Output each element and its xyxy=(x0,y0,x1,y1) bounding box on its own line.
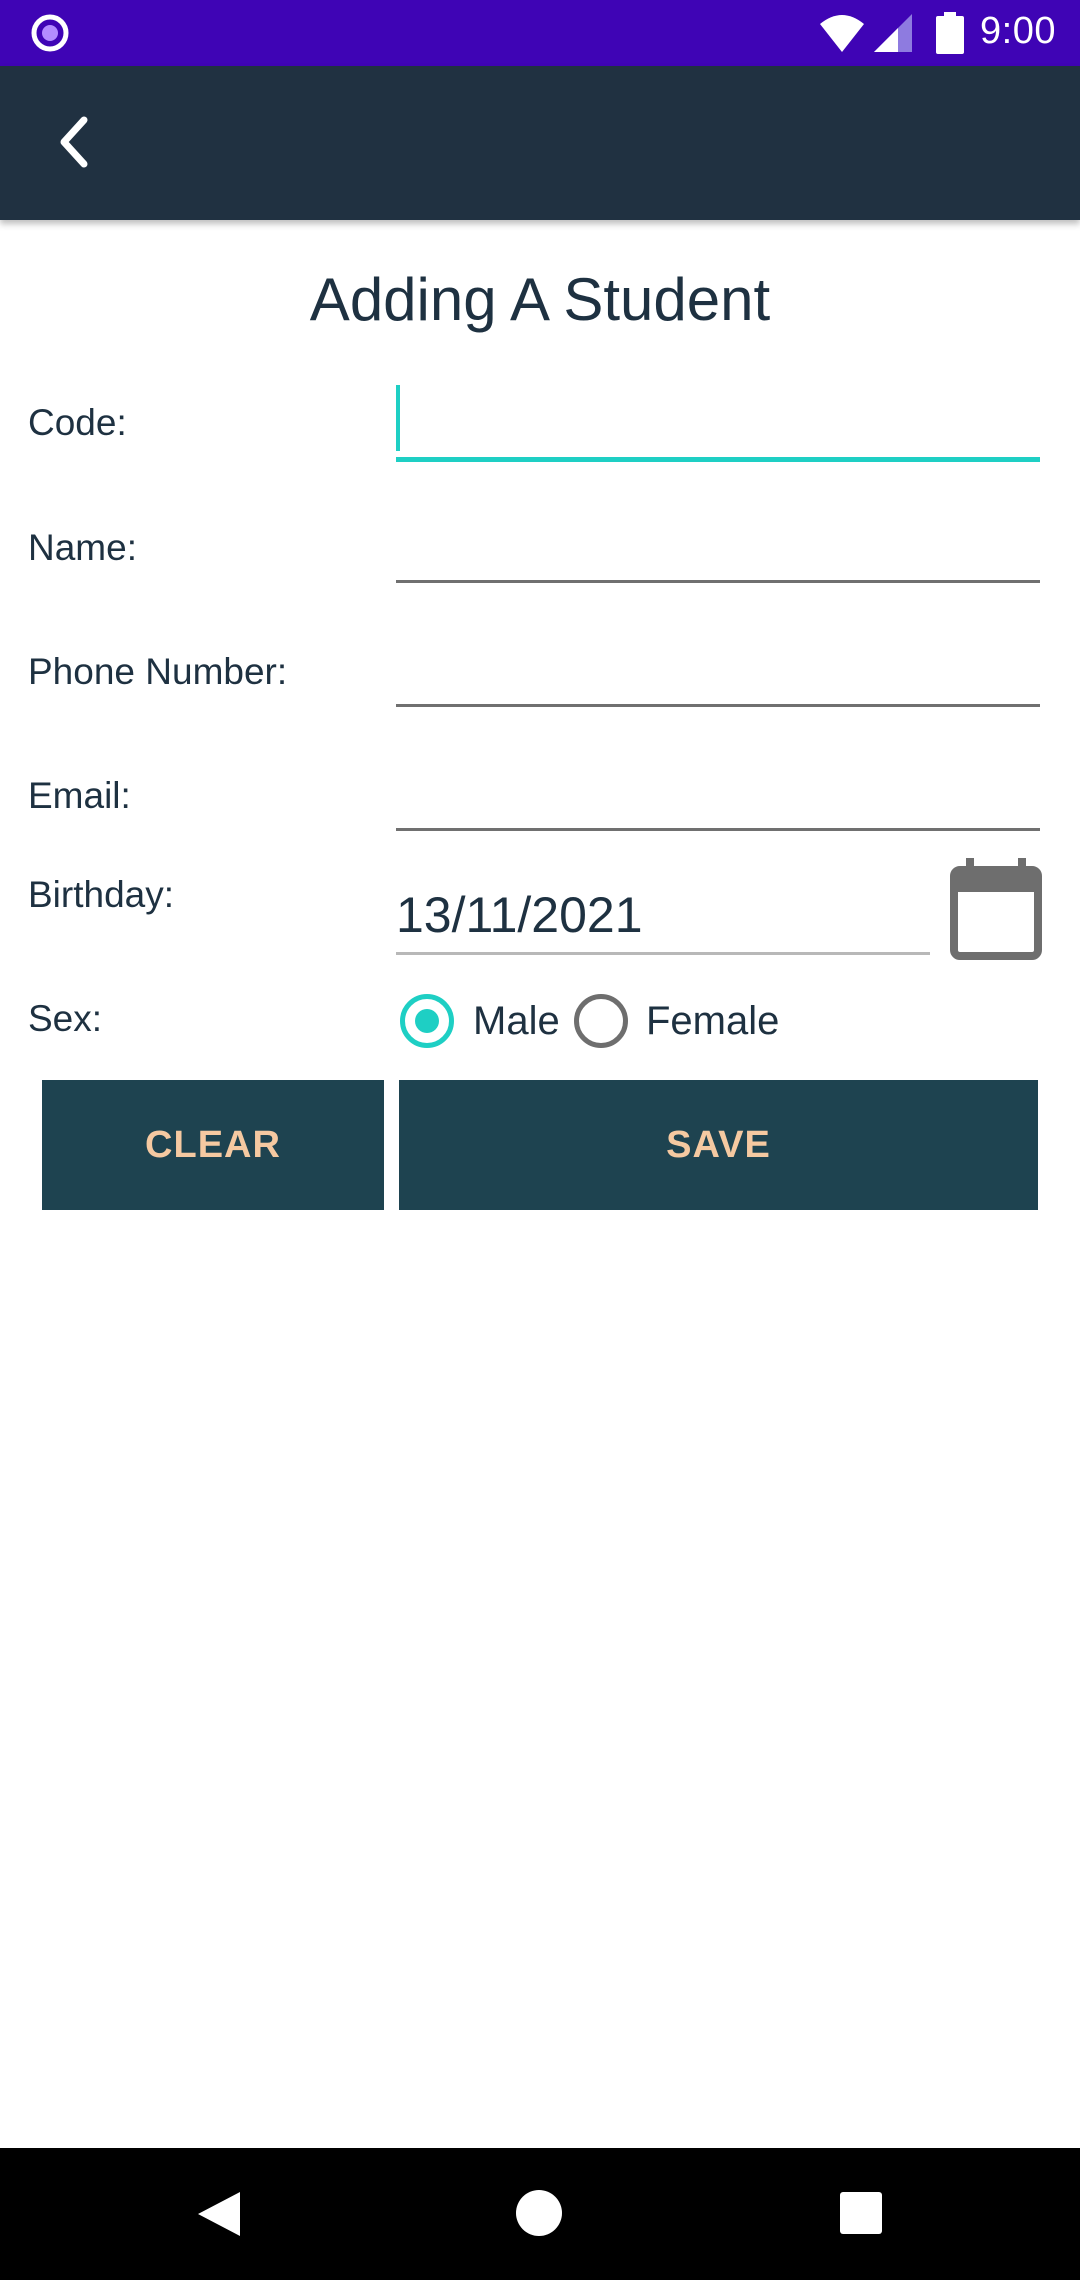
radio-male-dot xyxy=(415,1009,439,1033)
status-bar: 9:00 xyxy=(0,0,1080,66)
radio-female-circle[interactable] xyxy=(574,994,628,1048)
email-label: Email: xyxy=(28,775,131,816)
code-input[interactable] xyxy=(396,380,1040,460)
radio-male-label[interactable]: Male xyxy=(473,999,560,1044)
code-label: Code: xyxy=(28,402,127,443)
code-underline xyxy=(396,457,1040,462)
birthday-label: Birthday: xyxy=(28,874,175,915)
signal-icon xyxy=(874,14,912,52)
birthday-underline xyxy=(396,952,930,955)
email-underline xyxy=(396,828,1040,831)
app-bar xyxy=(0,66,1080,220)
clear-button[interactable]: CLEAR xyxy=(42,1080,384,1210)
radio-female-label[interactable]: Female xyxy=(646,999,779,1044)
page-title: Adding A Student xyxy=(309,266,771,333)
phone-underline xyxy=(396,704,1040,707)
email-input[interactable] xyxy=(396,750,1040,830)
nav-recents-icon[interactable] xyxy=(840,2192,882,2234)
back-button[interactable] xyxy=(40,106,112,178)
name-input[interactable] xyxy=(396,502,1040,582)
phone-label: Phone Number: xyxy=(28,651,288,692)
battery-icon xyxy=(936,12,964,54)
screen: 9:00 Adding A Student Code: Name: Phone … xyxy=(0,0,1080,2280)
chevron-left-icon xyxy=(60,116,88,168)
text-cursor xyxy=(396,385,400,451)
name-label: Name: xyxy=(28,527,137,568)
wifi-icon xyxy=(820,15,864,52)
name-underline xyxy=(396,580,1040,583)
radio-male-circle[interactable] xyxy=(400,994,454,1048)
sex-label: Sex: xyxy=(28,998,103,1039)
nav-home-icon[interactable] xyxy=(516,2190,562,2236)
birthday-value[interactable]: 13/11/2021 xyxy=(396,886,643,944)
notification-dot-icon xyxy=(31,14,69,52)
calendar-icon xyxy=(950,858,1042,960)
nav-back-icon[interactable] xyxy=(196,2190,242,2238)
phone-input[interactable] xyxy=(396,626,1040,706)
save-button[interactable]: SAVE xyxy=(399,1080,1038,1210)
navigation-bar xyxy=(0,2148,1080,2280)
calendar-button[interactable] xyxy=(948,856,1044,962)
status-time: 9:00 xyxy=(980,10,1056,52)
